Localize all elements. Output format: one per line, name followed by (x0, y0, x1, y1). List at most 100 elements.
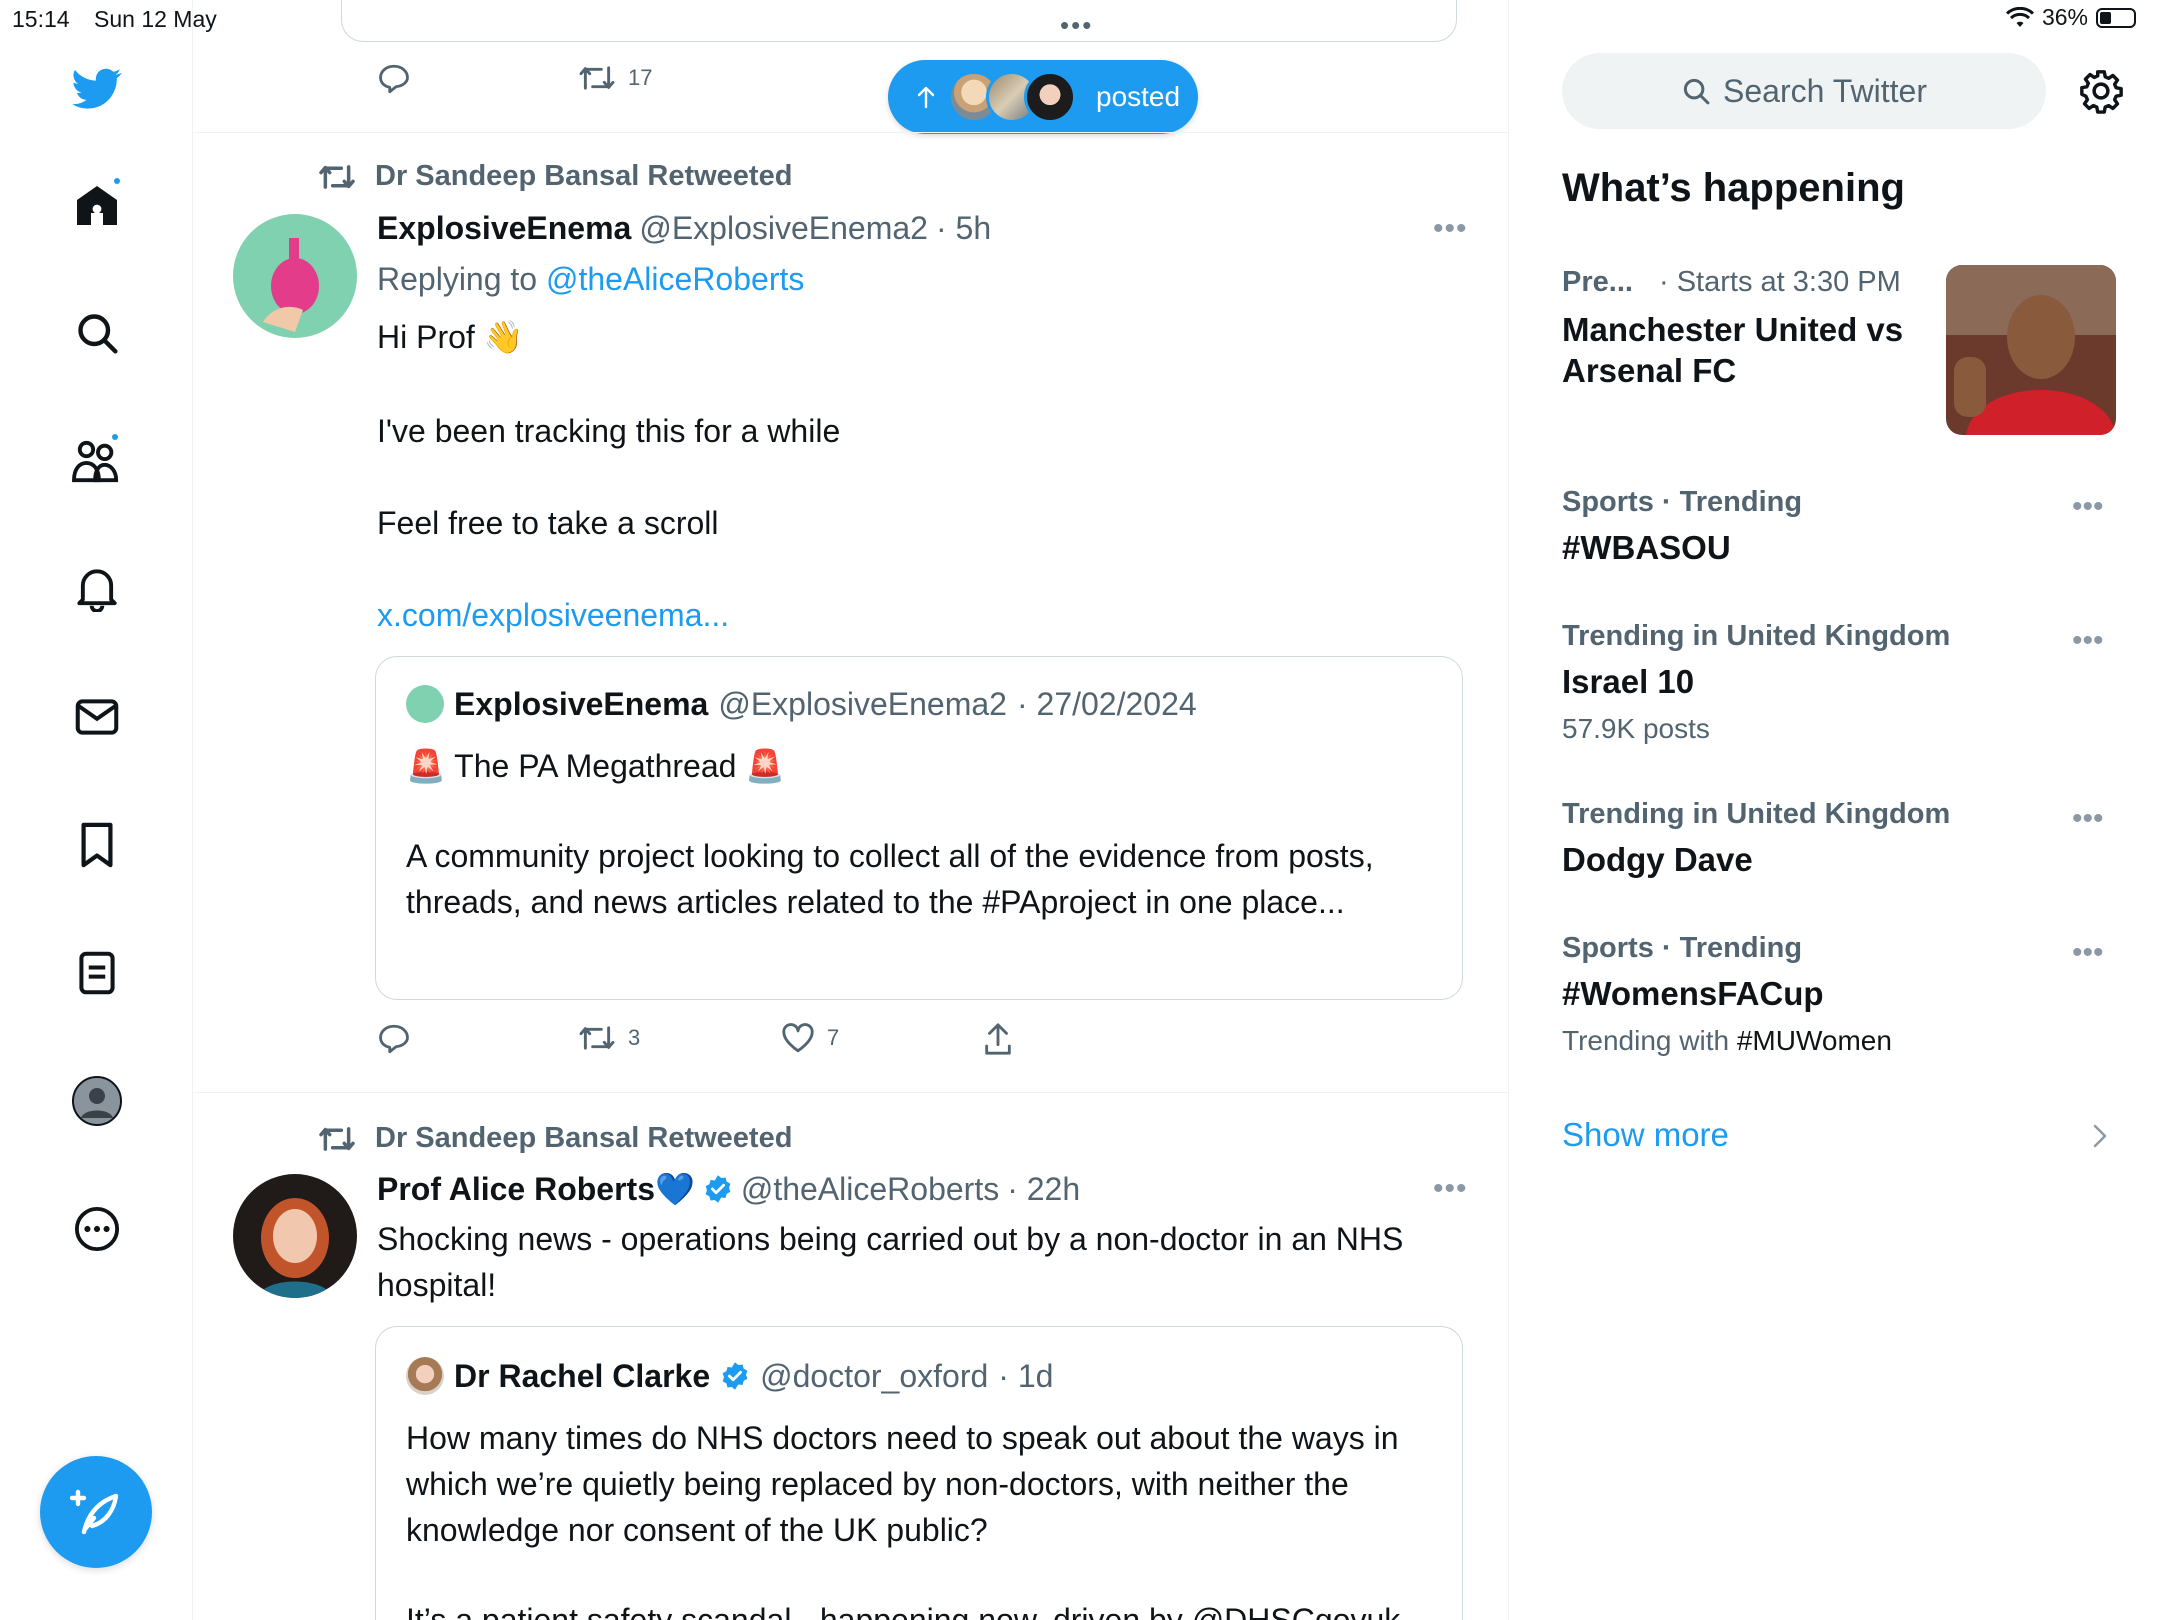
quote-tweet-card[interactable]: ExplosiveEnema @ExplosiveEnema2 · 27/02/… (375, 656, 1463, 1000)
whats-happening-title: What’s happening (1562, 166, 1905, 210)
trend-related: Trending with #MUWomen (1562, 1025, 1892, 1057)
trend-more-icon[interactable]: ••• (2072, 802, 2104, 836)
tweet-time[interactable]: · 22h (1007, 1171, 1080, 1208)
nav-communities[interactable] (72, 432, 122, 486)
arrow-up-icon (916, 85, 936, 109)
tweet-text-line: Hi Prof 👋 (377, 319, 524, 355)
trend-related-tag[interactable]: #MUWomen (1737, 1025, 1892, 1056)
compose-tweet-button[interactable] (40, 1456, 152, 1568)
reply-icon (377, 62, 411, 96)
trend-name: #WomensFACup (1562, 975, 1824, 1012)
poster-avatar (1024, 71, 1076, 123)
event-image[interactable] (1946, 265, 2116, 435)
quote-author-handle: @doctor_oxford (760, 1357, 989, 1394)
trend-related-prefix: Trending with (1562, 1025, 1730, 1056)
retweet-count: 3 (628, 1025, 641, 1050)
home-icon (73, 181, 121, 229)
nav-explore[interactable] (72, 308, 122, 358)
retweet-small-icon (317, 161, 357, 193)
bell-icon (75, 566, 119, 612)
author-name[interactable]: Prof Alice Roberts💙 (377, 1170, 695, 1208)
trend-more-icon[interactable]: ••• (2072, 936, 2104, 970)
tweet-header: ExplosiveEnema @ExplosiveEnema2 · 5h (377, 210, 991, 247)
tweet-header: Prof Alice Roberts💙 @theAliceRoberts · 2… (377, 1170, 1080, 1208)
quote-header: ExplosiveEnema @ExplosiveEnema2 · 27/02/… (406, 685, 1197, 723)
search-bar[interactable]: Search Twitter (1562, 53, 2046, 129)
bookmark-icon (79, 822, 115, 868)
author-handle[interactable]: @theAliceRoberts (741, 1171, 999, 1208)
trend-item[interactable]: Trending in United Kingdom Israel 10 57.… (1562, 620, 1950, 745)
trend-name: Dodgy Dave (1562, 841, 1753, 878)
retweet-button[interactable]: 3 (578, 1022, 640, 1054)
trend-item[interactable]: Sports · Trending #WBASOU (1562, 486, 1802, 567)
trend-post-count: 57.9K posts (1562, 713, 1710, 744)
search-icon (75, 311, 119, 355)
divider (193, 1092, 1508, 1093)
quote-tweet-card[interactable]: Dr Rachel Clarke @doctor_oxford · 1d How… (375, 1326, 1463, 1620)
nav-lists[interactable] (72, 948, 122, 998)
battery-percent: 36% (2041, 4, 2088, 30)
chevron-right-icon[interactable] (2092, 1122, 2108, 1150)
trend-more-icon[interactable]: ••• (2072, 624, 2104, 658)
gear-icon (2078, 68, 2124, 114)
retweet-button[interactable]: 17 (578, 62, 652, 94)
replying-handle[interactable]: @theAliceRoberts (546, 261, 804, 297)
event-item[interactable]: Pre... · Starts at 3:30 PM Manchester Un… (1562, 266, 1932, 391)
settings-button[interactable] (2078, 68, 2124, 114)
trend-meta: Trending in United Kingdom (1562, 798, 1951, 830)
tweet-more-icon[interactable]: ••• (1433, 212, 1468, 246)
nav-bookmarks[interactable] (72, 820, 122, 870)
tweet-avatar[interactable] (233, 214, 357, 338)
twitter-logo-icon[interactable] (72, 64, 122, 114)
show-more-link[interactable]: Show more (1562, 1116, 1729, 1154)
like-button[interactable]: 7 (781, 1022, 839, 1054)
previous-quote-card[interactable] (341, 0, 1457, 42)
trend-meta: Trending in United Kingdom (1562, 620, 1951, 652)
new-posts-pill[interactable]: posted (888, 60, 1198, 134)
nav-notifications[interactable] (72, 564, 122, 614)
quote-date: · 27/02/2024 (1016, 685, 1197, 722)
retweet-context[interactable]: Dr Sandeep Bansal Retweeted (317, 160, 792, 193)
author-name[interactable]: ExplosiveEnema (377, 210, 631, 247)
verified-badge-icon (720, 1361, 750, 1391)
nav-home[interactable] (72, 176, 122, 230)
communities-unread-dot (110, 432, 120, 442)
left-nav (0, 0, 193, 1620)
communities-icon (72, 438, 122, 484)
tweet-link[interactable]: x.com/explosiveenema... (377, 592, 729, 638)
tweet-time[interactable]: · 5h (936, 210, 991, 247)
retweet-icon (578, 1022, 616, 1054)
nav-profile[interactable] (72, 1076, 122, 1126)
replying-prefix: Replying to (377, 261, 538, 297)
profile-avatar-icon (72, 1076, 122, 1126)
trend-meta: Sports · Trending (1562, 486, 1803, 518)
trend-item[interactable]: Sports · Trending #WomensFACup Trending … (1562, 932, 1892, 1057)
verified-badge-icon (703, 1174, 733, 1204)
event-title: Manchester United vs Arsenal FC (1562, 311, 1904, 389)
nav-messages[interactable] (72, 692, 122, 742)
quote-text: How many times do NHS doctors need to sp… (406, 1420, 1399, 1548)
home-unread-dot (112, 176, 122, 186)
tweet-more-icon[interactable]: ••• (1433, 1172, 1468, 1206)
quote-text: A community project looking to collect a… (406, 838, 1374, 920)
retweet-context-label: Dr Sandeep Bansal Retweeted (375, 1122, 793, 1154)
tweet-avatar[interactable] (233, 1174, 357, 1298)
event-meta: Pre... · Starts at 3:30 PM (1562, 266, 1932, 299)
trend-item[interactable]: Trending in United Kingdom Dodgy Dave (1562, 798, 1950, 879)
retweet-context[interactable]: Dr Sandeep Bansal Retweeted (317, 1122, 792, 1155)
nav-more[interactable] (72, 1204, 122, 1254)
trend-more-icon[interactable]: ••• (2072, 490, 2104, 524)
quote-author-handle: @ExplosiveEnema2 (718, 685, 1007, 722)
status-indicators: 36% (2005, 4, 2136, 31)
reply-button[interactable] (377, 62, 411, 96)
wifi-icon (2005, 6, 2034, 29)
author-handle[interactable]: @ExplosiveEnema2 (639, 210, 928, 247)
tweet-text-line: Feel free to take a scroll (377, 505, 719, 541)
share-button[interactable] (983, 1022, 1013, 1056)
reply-button[interactable] (377, 1022, 411, 1056)
quote-author-name: Dr Rachel Clarke (454, 1357, 711, 1394)
quote-avatar (406, 685, 444, 723)
retweet-context-label: Dr Sandeep Bansal Retweeted (375, 160, 793, 192)
envelope-icon (75, 697, 119, 737)
battery-icon (2096, 7, 2136, 28)
